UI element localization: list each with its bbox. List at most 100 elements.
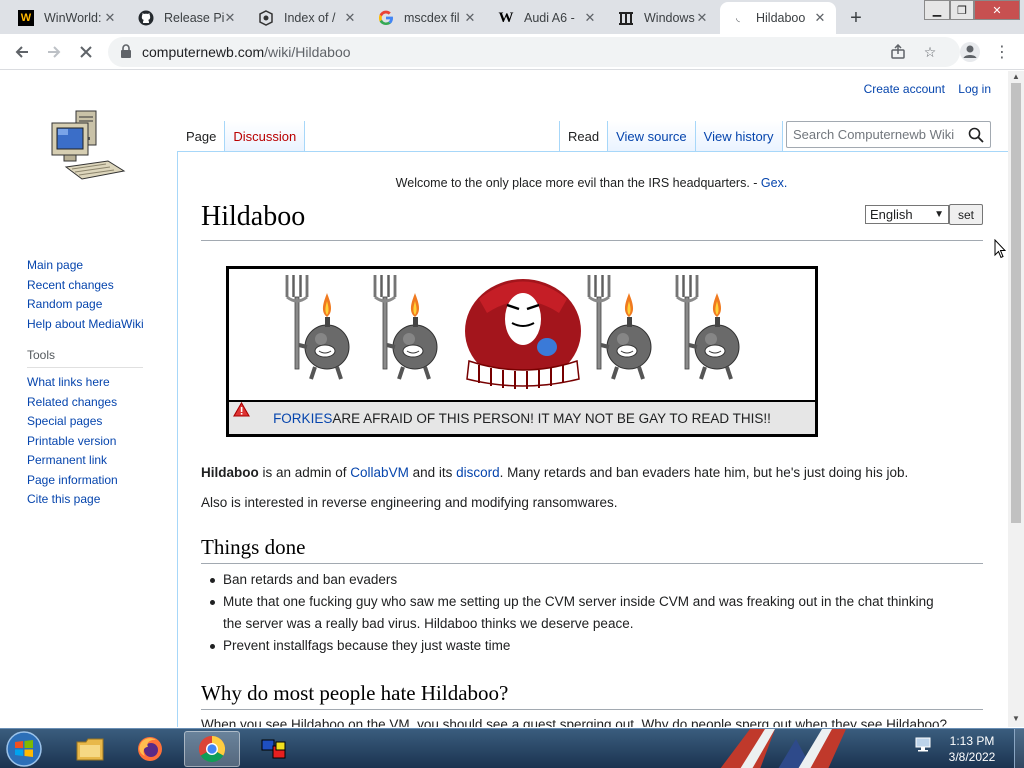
bookmark-star-icon[interactable]: ☆ — [920, 42, 940, 62]
loading-icon: ◟ — [736, 12, 740, 24]
sidebar-item-page-information[interactable]: Page information — [27, 471, 167, 491]
profile-icon — [960, 42, 980, 62]
sidebar-item-what-links-here[interactable]: What links here — [27, 373, 167, 393]
explorer-icon — [76, 738, 104, 761]
archive-icon — [618, 10, 634, 26]
browser-tab[interactable]: mscdex fil ✕ — [368, 2, 486, 34]
close-tab-icon[interactable]: ✕ — [582, 10, 598, 26]
taskbar-firefox[interactable] — [122, 731, 178, 767]
warning-banner: FORKIES ARE AFRAID OF THIS PERSON! IT MA… — [226, 266, 818, 437]
sidebar-item-printable-version[interactable]: Printable version — [27, 432, 167, 452]
browser-tab[interactable]: Index of / ✕ — [248, 2, 366, 34]
media-app-icon — [261, 739, 286, 759]
create-account-link[interactable]: Create account — [864, 82, 945, 96]
browser-tab-strip: W WinWorld: ✕ Release Pi ✕ Index of / ✕ … — [0, 0, 1024, 34]
close-tab-icon[interactable]: ✕ — [694, 10, 710, 26]
tab-title: WinWorld: — [44, 11, 102, 25]
taskbar-clock[interactable]: 1:13 PM 3/8/2022 — [940, 733, 1004, 765]
browser-tab[interactable]: W WinWorld: ✕ — [8, 2, 126, 34]
tab-discussion[interactable]: Discussion — [225, 121, 306, 151]
browser-tab[interactable]: W Audi A6 - ✕ — [488, 2, 606, 34]
address-bar[interactable]: computernewb.com/wiki/Hildaboo ☆ — [108, 37, 960, 67]
search-input[interactable]: Search Computernewb Wiki — [786, 121, 991, 148]
minimize-button[interactable]: ▁ — [924, 0, 950, 20]
list-item: Mute that one fucking guy who saw me set… — [210, 591, 983, 635]
browser-tab[interactable]: Windows ✕ — [608, 2, 718, 34]
taskbar-media-app[interactable] — [246, 731, 302, 767]
close-tab-icon[interactable]: ✕ — [102, 10, 118, 26]
google-icon — [378, 10, 394, 26]
forward-button[interactable] — [42, 40, 66, 64]
second-paragraph: Also is interested in reverse engineerin… — [201, 495, 618, 510]
close-tab-icon[interactable]: ✕ — [342, 10, 358, 26]
collabvm-link[interactable]: CollabVM — [350, 465, 409, 480]
close-tab-icon[interactable]: ✕ — [222, 10, 238, 26]
tab-view-source[interactable]: View source — [608, 121, 696, 151]
stop-loading-button[interactable] — [74, 40, 98, 64]
list-item: Prevent installfags because they just wa… — [210, 635, 983, 657]
browser-tab[interactable]: Release Pi ✕ — [128, 2, 246, 34]
site-notice: Welcome to the only place more evil than… — [395, 176, 788, 190]
tab-title: Hildaboo — [756, 11, 806, 25]
taskbar-explorer[interactable] — [62, 731, 118, 767]
log-in-link[interactable]: Log in — [958, 82, 991, 96]
chevron-down-icon: ▼ — [934, 209, 944, 220]
scroll-down-icon[interactable]: ▼ — [1011, 714, 1021, 724]
firefox-icon — [138, 737, 162, 761]
gex-link[interactable]: Gex. — [761, 176, 787, 190]
scrollbar-thumb[interactable] — [1011, 83, 1021, 523]
start-button[interactable] — [5, 730, 43, 768]
clock-date: 3/8/2022 — [948, 750, 996, 764]
stop-icon — [80, 46, 92, 58]
site-logo-computer-icon[interactable] — [46, 109, 128, 193]
maximize-button[interactable]: ❐ — [950, 0, 974, 20]
browser-tab-active[interactable]: ◟ Hildaboo ✕ — [720, 2, 836, 34]
scroll-up-icon[interactable]: ▲ — [1011, 72, 1021, 82]
things-done-list: Ban retards and ban evaders Mute that on… — [210, 569, 983, 657]
language-select[interactable]: English ▼ — [865, 205, 949, 224]
search-icon[interactable] — [968, 127, 984, 143]
network-icon[interactable] — [914, 735, 932, 753]
tab-read[interactable]: Read — [559, 121, 609, 151]
sidebar-item-recent-changes[interactable]: Recent changes — [27, 276, 167, 296]
set-language-button[interactable]: set — [949, 204, 983, 225]
sidebar-item-related-changes[interactable]: Related changes — [27, 393, 167, 413]
sidebar-item-cite-this-page[interactable]: Cite this page — [27, 490, 167, 510]
share-icon[interactable] — [888, 42, 908, 62]
index-icon — [258, 10, 274, 26]
tab-page[interactable]: Page — [178, 121, 226, 151]
list-item: Ban retards and ban evaders — [210, 569, 983, 591]
browser-toolbar: computernewb.com/wiki/Hildaboo ☆ ⋮ — [0, 34, 1024, 70]
forward-arrow-icon — [48, 46, 61, 58]
page-scrollbar[interactable]: ▲ ▼ — [1008, 71, 1024, 727]
chrome-icon — [198, 735, 226, 763]
sidebar-item-random-page[interactable]: Random page — [27, 295, 167, 315]
wikipedia-icon: W — [498, 9, 514, 26]
sidebar-item-special-pages[interactable]: Special pages — [27, 412, 167, 432]
discord-link[interactable]: discord — [456, 465, 500, 480]
tab-view-history[interactable]: View history — [695, 121, 783, 151]
sidebar-item-permanent-link[interactable]: Permanent link — [27, 451, 167, 471]
lock-icon — [121, 44, 131, 58]
intro-paragraph: Hildaboo is an admin of CollabVM and its… — [201, 465, 909, 480]
section-heading-things-done: Things done — [201, 535, 306, 559]
taskbar-chrome[interactable] — [184, 731, 240, 767]
clock-time: 1:13 PM — [949, 734, 995, 748]
profile-avatar[interactable] — [958, 40, 982, 64]
banner-image — [285, 273, 741, 389]
banner-caption: FORKIES ARE AFRAID OF THIS PERSON! IT MA… — [229, 400, 815, 434]
windows-start-icon — [6, 731, 42, 767]
new-tab-button[interactable]: + — [844, 6, 868, 30]
show-desktop-button[interactable] — [1014, 729, 1024, 768]
back-button[interactable] — [10, 40, 34, 64]
close-tab-icon[interactable]: ✕ — [462, 10, 478, 26]
sidebar-item-main-page[interactable]: Main page — [27, 256, 167, 276]
forkies-link[interactable]: FORKIES — [273, 411, 332, 426]
chrome-menu-button[interactable]: ⋮ — [990, 40, 1014, 64]
close-tab-icon[interactable]: ✕ — [812, 10, 828, 26]
sidebar-item-help[interactable]: Help about MediaWiki — [27, 315, 167, 335]
page-title: Hildaboo — [201, 201, 306, 232]
warning-icon — [233, 402, 250, 417]
close-window-button[interactable]: ✕ — [974, 0, 1020, 20]
wallpaper-art — [720, 729, 846, 768]
